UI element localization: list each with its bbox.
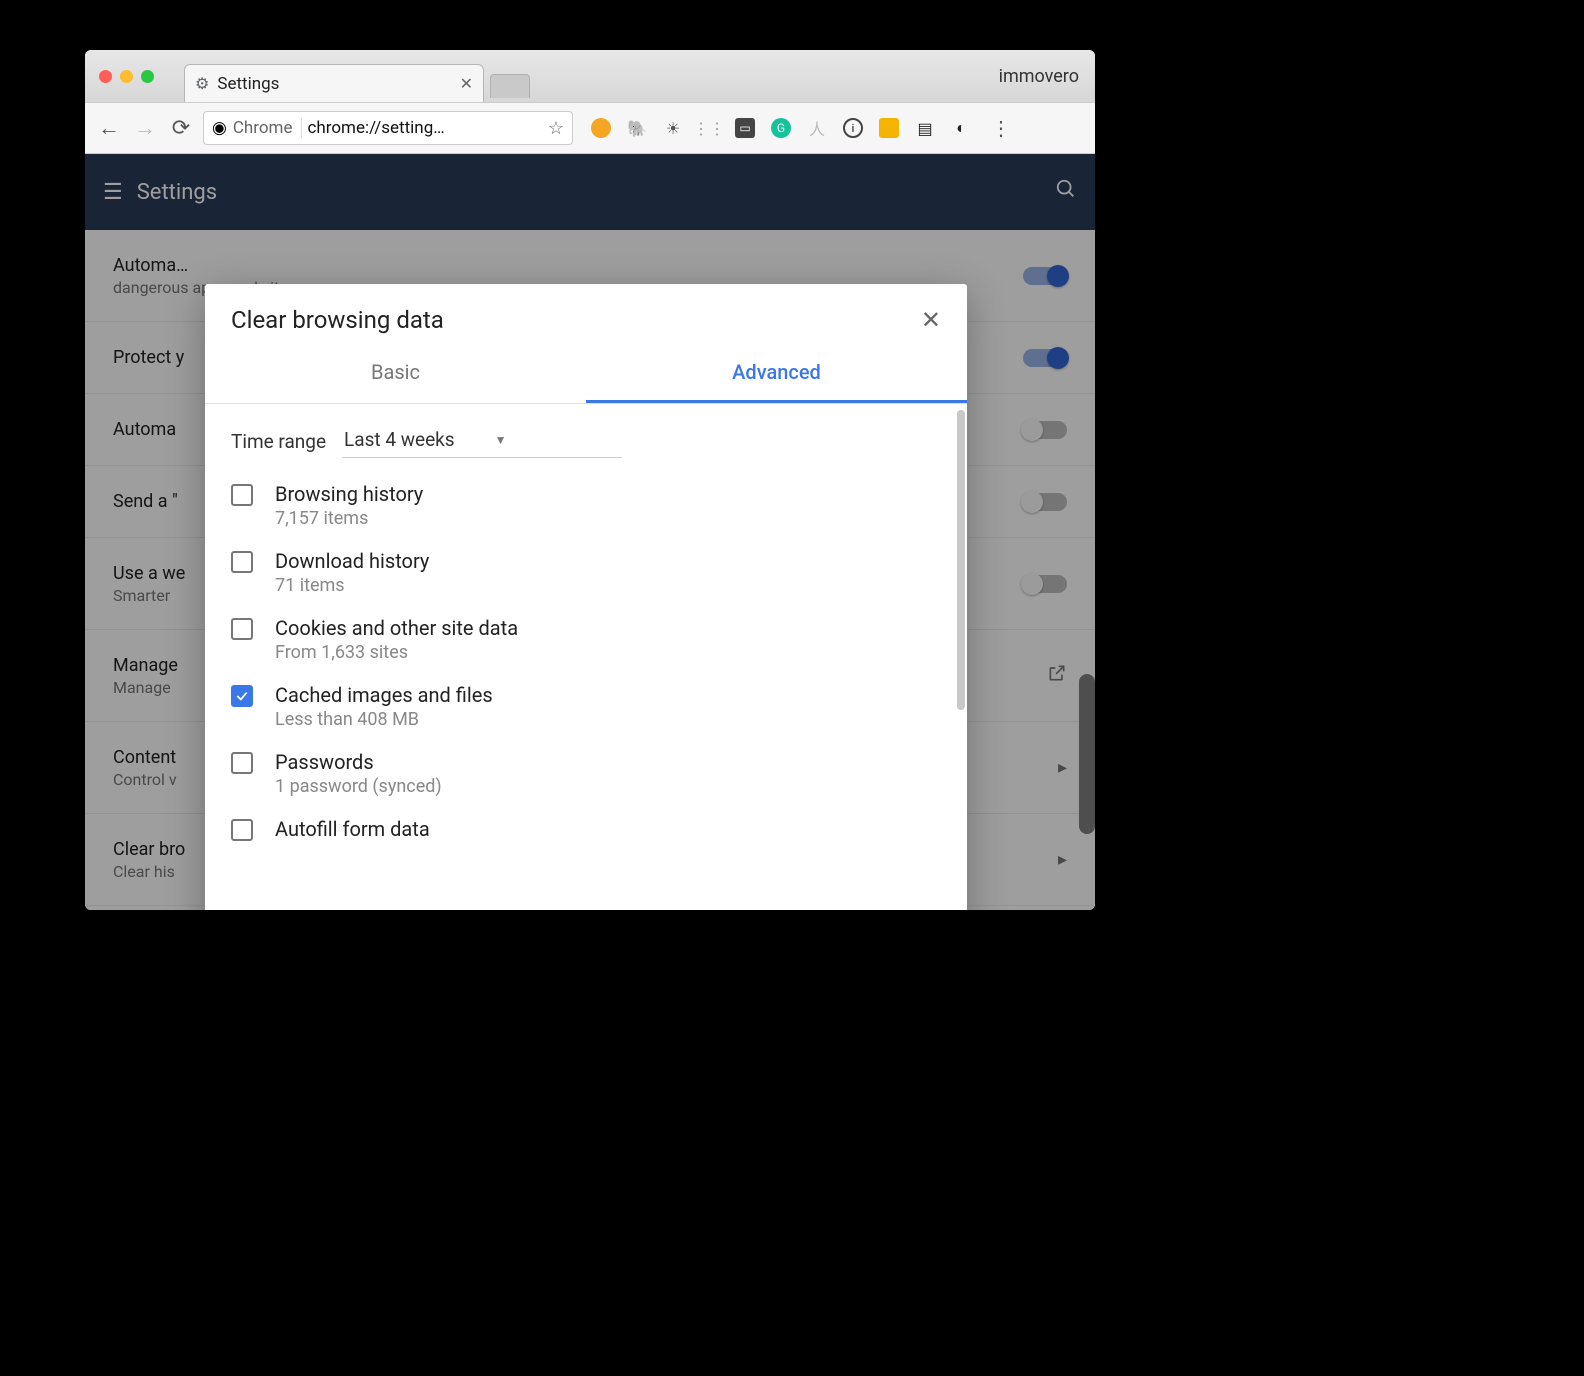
minimize-window-button[interactable] <box>120 70 133 83</box>
toolbar: ← → ⟳ ◉ Chrome chrome://setting… ☆ 🐘 ☀ ⋮… <box>85 102 1095 154</box>
titlebar: ⚙ Settings ✕ immovero <box>85 50 1095 102</box>
item-sublabel: 71 items <box>275 575 429 596</box>
new-tab-button[interactable] <box>490 74 530 98</box>
tab-title: Settings <box>217 74 279 94</box>
time-range-label: Time range <box>231 430 326 453</box>
ext-icon-1[interactable] <box>591 118 611 138</box>
dialog-tabs: Basic Advanced <box>205 342 967 404</box>
item-sublabel: 1 password (synced) <box>275 776 442 797</box>
item-label: Cached images and files <box>275 683 493 707</box>
item-sublabel: Less than 408 MB <box>275 709 493 730</box>
clear-items-list: Browsing history7,157 items Download hist… <box>231 482 941 841</box>
dialog-scrollbar[interactable] <box>957 410 965 710</box>
ext-icon-9[interactable] <box>879 118 899 138</box>
reload-button[interactable]: ⟳ <box>167 114 195 142</box>
checkbox[interactable] <box>231 484 253 506</box>
address-bar[interactable]: ◉ Chrome chrome://setting… ☆ <box>203 111 573 145</box>
item-sublabel: 7,157 items <box>275 508 423 529</box>
chevron-down-icon: ▼ <box>495 433 507 447</box>
browser-window: ⚙ Settings ✕ immovero ← → ⟳ ◉ Chrome chr… <box>85 50 1095 910</box>
extension-icons: 🐘 ☀ ⋮⋮ ▭ G 人 i ▤ ◐ ⋮ <box>591 114 1015 142</box>
item-label: Cookies and other site data <box>275 616 518 640</box>
clear-item[interactable]: Cookies and other site dataFrom 1,633 si… <box>231 616 941 663</box>
clear-item[interactable]: Autofill form data <box>231 817 941 841</box>
ext-icon-3[interactable]: ☀ <box>663 118 683 138</box>
dialog-body: Time range Last 4 weeks ▼ Browsing histo… <box>205 404 967 910</box>
url-text: chrome://setting… <box>308 118 445 138</box>
ext-icon-evernote[interactable]: 🐘 <box>627 118 647 138</box>
time-range-select[interactable]: Last 4 weeks ▼ <box>342 424 622 458</box>
checkbox[interactable] <box>231 618 253 640</box>
clear-browsing-data-dialog: Clear browsing data ✕ Basic Advanced Tim… <box>205 284 967 910</box>
checkbox[interactable] <box>231 819 253 841</box>
tab-advanced[interactable]: Advanced <box>586 342 967 403</box>
browser-tab[interactable]: ⚙ Settings ✕ <box>184 64 484 102</box>
close-icon[interactable]: ✕ <box>921 306 941 334</box>
clear-item[interactable]: Download history71 items <box>231 549 941 596</box>
item-label: Autofill form data <box>275 817 430 841</box>
ext-icon-10[interactable]: ▤ <box>915 118 935 138</box>
page-scrollbar[interactable] <box>1079 674 1095 834</box>
bookmark-star-icon[interactable]: ☆ <box>548 118 564 139</box>
close-window-button[interactable] <box>99 70 112 83</box>
ext-icon-8[interactable]: i <box>843 118 863 138</box>
profile-name[interactable]: immovero <box>999 66 1095 87</box>
time-range-value: Last 4 weeks <box>344 428 455 451</box>
checkbox[interactable] <box>231 685 253 707</box>
ext-icon-7[interactable]: 人 <box>807 118 827 138</box>
gear-icon: ⚙ <box>195 74 209 93</box>
checkbox[interactable] <box>231 752 253 774</box>
item-label: Browsing history <box>275 482 423 506</box>
checkbox[interactable] <box>231 551 253 573</box>
menu-icon[interactable]: ⋮ <box>987 114 1015 142</box>
ext-icon-grammarly[interactable]: G <box>771 118 791 138</box>
page-content: ☰ Settings Automa…dangerous apps and sit… <box>85 154 1095 910</box>
time-range-row: Time range Last 4 weeks ▼ <box>231 424 941 458</box>
ext-icon-4[interactable]: ⋮⋮ <box>699 118 719 138</box>
origin-chip: Chrome <box>233 118 302 138</box>
item-label: Passwords <box>275 750 442 774</box>
clear-item[interactable]: Browsing history7,157 items <box>231 482 941 529</box>
tab-basic[interactable]: Basic <box>205 342 586 403</box>
clear-item[interactable]: Cached images and filesLess than 408 MB <box>231 683 941 730</box>
zoom-window-button[interactable] <box>141 70 154 83</box>
dialog-header: Clear browsing data ✕ <box>205 284 967 342</box>
chrome-icon: ◉ <box>212 118 227 138</box>
ext-icon-11[interactable]: ◐ <box>951 118 971 138</box>
back-button[interactable]: ← <box>95 114 123 142</box>
dialog-title: Clear browsing data <box>231 306 444 334</box>
item-label: Download history <box>275 549 429 573</box>
window-controls <box>85 70 154 83</box>
clear-item[interactable]: Passwords1 password (synced) <box>231 750 941 797</box>
ext-icon-cast[interactable]: ▭ <box>735 118 755 138</box>
close-tab-icon[interactable]: ✕ <box>460 74 473 93</box>
forward-button[interactable]: → <box>131 114 159 142</box>
item-sublabel: From 1,633 sites <box>275 642 518 663</box>
